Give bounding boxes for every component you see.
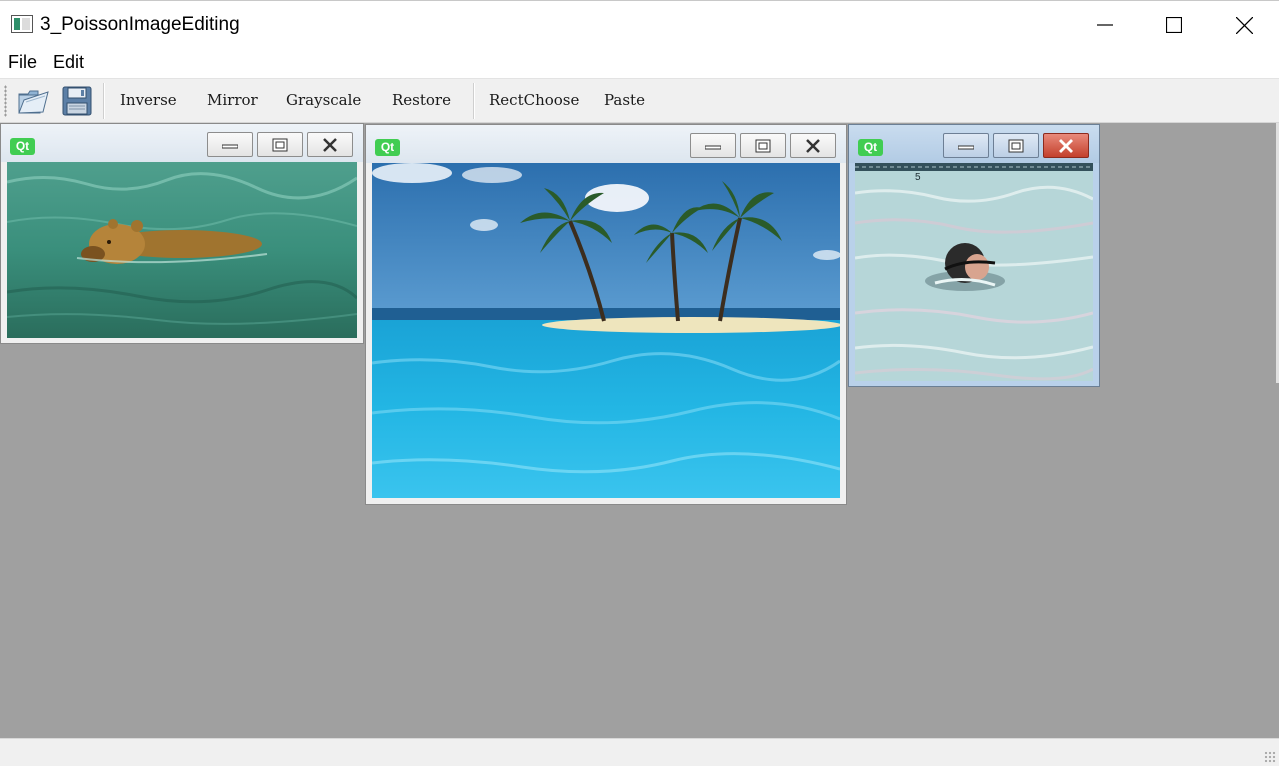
subwindow-restore-button[interactable] xyxy=(740,133,786,158)
minimize-button[interactable] xyxy=(1076,1,1134,49)
subwindow-titlebar[interactable]: Qt xyxy=(366,125,846,163)
close-icon xyxy=(323,137,337,152)
menu-bar: File Edit xyxy=(0,48,1279,78)
menu-edit[interactable]: Edit xyxy=(53,52,84,73)
toolbar-grip[interactable] xyxy=(4,85,7,117)
grayscale-button[interactable]: Grayscale xyxy=(286,91,361,109)
restore-icon xyxy=(1008,139,1024,152)
toolbar: Inverse Mirror Grayscale Restore RectCho… xyxy=(0,78,1279,123)
subwindow-minimize-button[interactable] xyxy=(690,133,736,158)
qt-logo-icon: Qt xyxy=(858,139,883,156)
maximize-icon xyxy=(1166,17,1182,33)
toolbar-separator xyxy=(103,83,105,119)
inverse-button[interactable]: Inverse xyxy=(120,91,177,109)
title-bar: 3_PoissonImageEditing xyxy=(0,0,1279,48)
subwindow-minimize-button[interactable] xyxy=(207,132,253,157)
bear-image xyxy=(7,162,357,338)
qt-logo-icon: Qt xyxy=(10,138,35,155)
status-bar xyxy=(0,738,1279,766)
mdi-area[interactable]: Qt Qt Qt 5 xyxy=(0,123,1279,738)
app-icon xyxy=(11,15,33,33)
menu-file[interactable]: File xyxy=(8,52,37,73)
floppy-save-icon[interactable] xyxy=(60,84,94,118)
minimize-icon xyxy=(222,144,238,148)
qt-logo-icon: Qt xyxy=(375,139,400,156)
swimmer-image: 5 xyxy=(855,163,1093,381)
restore-icon xyxy=(272,138,288,151)
restore-icon xyxy=(755,139,771,152)
minimize-icon xyxy=(1097,24,1113,26)
maximize-button[interactable] xyxy=(1145,1,1203,49)
subwindow-island[interactable]: Qt xyxy=(365,124,847,505)
subwindow-restore-button[interactable] xyxy=(993,133,1039,158)
subwindow-bear[interactable]: Qt xyxy=(0,123,364,344)
close-icon xyxy=(806,138,820,153)
close-icon xyxy=(1235,16,1253,34)
close-icon xyxy=(1059,138,1073,153)
paste-button[interactable]: Paste xyxy=(604,91,645,109)
restore-button[interactable]: Restore xyxy=(392,91,451,109)
subwindow-swimmer[interactable]: Qt 5 xyxy=(848,124,1100,387)
subwindow-restore-button[interactable] xyxy=(257,132,303,157)
subwindow-close-button[interactable] xyxy=(307,132,353,157)
subwindow-close-button[interactable] xyxy=(1043,133,1089,158)
rectchoose-button[interactable]: RectChoose xyxy=(489,91,579,109)
toolbar-separator xyxy=(473,83,475,119)
minimize-icon xyxy=(958,145,974,149)
folder-open-icon[interactable] xyxy=(16,84,50,118)
subwindow-titlebar[interactable]: Qt xyxy=(1,124,363,162)
window-title: 3_PoissonImageEditing xyxy=(40,14,240,35)
subwindow-titlebar[interactable]: Qt xyxy=(849,125,1099,163)
subwindow-minimize-button[interactable] xyxy=(943,133,989,158)
close-button[interactable] xyxy=(1215,1,1273,49)
minimize-icon xyxy=(705,145,721,149)
pool-marker: 5 xyxy=(915,172,921,183)
island-image xyxy=(372,163,840,498)
mirror-button[interactable]: Mirror xyxy=(207,91,258,109)
size-grip[interactable] xyxy=(1264,751,1276,763)
subwindow-close-button[interactable] xyxy=(790,133,836,158)
